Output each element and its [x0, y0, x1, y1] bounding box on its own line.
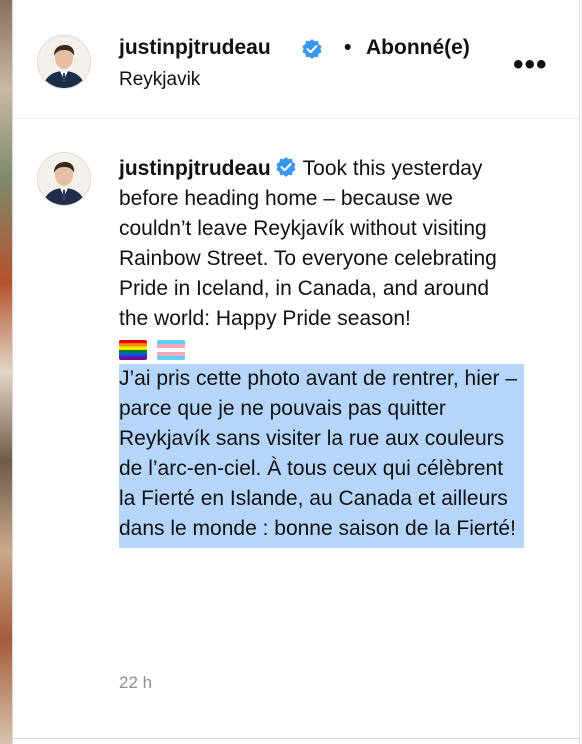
caption-text: justinpjtrudeau Took this yesterday befo… [119, 154, 524, 548]
username[interactable]: justinpjtrudeau [119, 157, 271, 180]
caption-comment: justinpjtrudeau Took this yesterday befo… [13, 118, 579, 738]
post-header: justinpjtrudeau • Abonné(e) Reykjavik ••… [13, 0, 579, 119]
emoji-row [119, 336, 524, 364]
separator-dot: • [344, 36, 352, 59]
timestamp[interactable]: 22 h [119, 673, 152, 693]
divider [579, 0, 580, 744]
avatar[interactable] [37, 35, 91, 89]
divider [13, 738, 579, 739]
username[interactable]: justinpjtrudeau [119, 36, 271, 60]
caption-english: Took this yesterday before heading home … [119, 157, 497, 330]
background-photo-edge [0, 0, 12, 744]
rainbow-flag-icon [119, 340, 147, 360]
verified-badge-icon [301, 38, 323, 60]
caption-french-selected: J’ai pris cette photo avant de rentrer, … [119, 364, 524, 548]
verified-badge-icon [275, 156, 297, 178]
transgender-flag-icon [157, 340, 185, 360]
location-link[interactable]: Reykjavik [119, 69, 200, 91]
more-options-icon[interactable]: ••• [513, 48, 548, 82]
follow-status-button[interactable]: Abonné(e) [366, 36, 470, 60]
avatar[interactable] [37, 152, 91, 206]
